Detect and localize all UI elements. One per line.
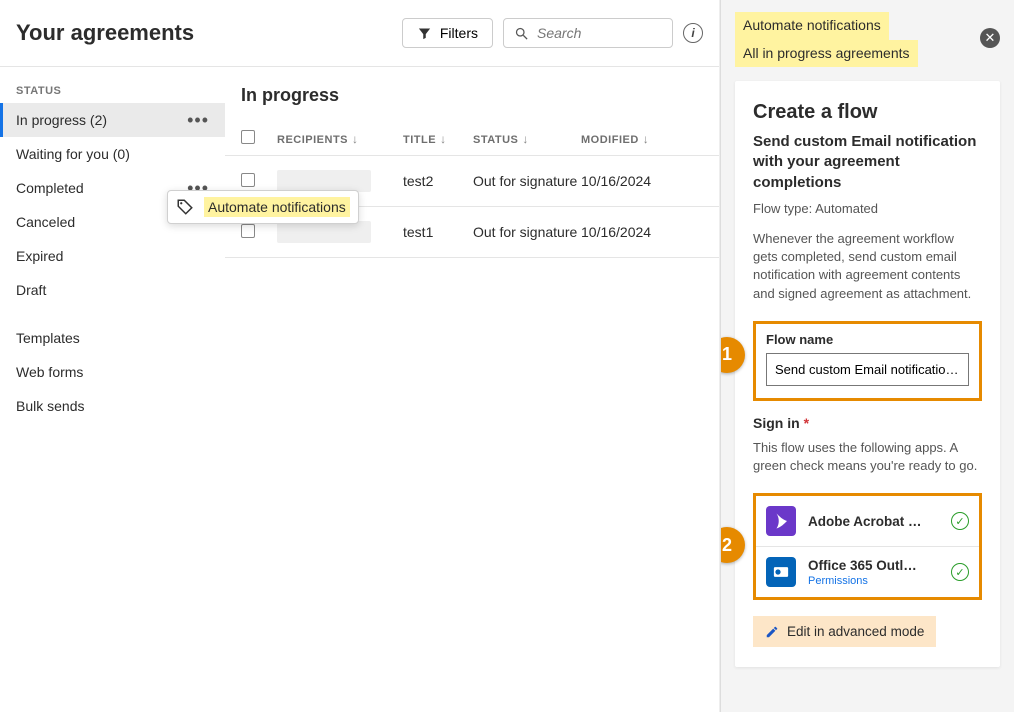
edit-advanced-button[interactable]: Edit in advanced mode xyxy=(753,616,936,647)
row-modified: 10/16/2024 xyxy=(581,173,671,189)
more-icon[interactable]: ••• xyxy=(187,115,209,125)
select-all-checkbox[interactable] xyxy=(241,130,255,144)
sidebar-item-templates[interactable]: Templates xyxy=(0,321,225,355)
panel-banner: Automate notifications All in progress a… xyxy=(735,12,1000,67)
row-modified: 10/16/2024 xyxy=(581,224,671,240)
flow-name-input[interactable] xyxy=(766,353,969,386)
row-title: test2 xyxy=(403,173,473,189)
recipient-redacted xyxy=(277,221,371,243)
col-modified[interactable]: MODIFIED↓ xyxy=(581,132,671,146)
sidebar-item-draft[interactable]: Draft xyxy=(0,273,225,307)
flow-type: Flow type: Automated xyxy=(753,201,982,216)
signin-description: This flow uses the following apps. A gre… xyxy=(753,439,982,475)
sort-arrow-icon: ↓ xyxy=(352,132,359,146)
flow-name-label: Flow name xyxy=(766,332,969,347)
sidebar-item-waiting[interactable]: Waiting for you (0) xyxy=(0,137,225,171)
app-name: Office 365 Outl… xyxy=(808,558,939,573)
filters-button[interactable]: Filters xyxy=(402,18,493,48)
check-ok-icon: ✓ xyxy=(951,512,969,530)
close-icon[interactable]: ✕ xyxy=(980,28,1000,48)
funnel-icon xyxy=(417,26,432,41)
sidebar-item-label: Expired xyxy=(16,248,63,264)
table-row[interactable]: test2 Out for signature 10/16/2024 Autom… xyxy=(225,156,719,207)
sidebar-item-label: Draft xyxy=(16,282,46,298)
panel-subtitle: Send custom Email notification with your… xyxy=(753,132,982,193)
app-row-outlook[interactable]: Office 365 Outl… Permissions ✓ xyxy=(756,547,979,597)
edit-advanced-label: Edit in advanced mode xyxy=(787,624,924,639)
outlook-icon xyxy=(766,557,796,587)
signin-label: Sign in * xyxy=(753,415,982,431)
row-title: test1 xyxy=(403,224,473,240)
sidebar-item-label: Web forms xyxy=(16,364,83,380)
row-status: Out for signature xyxy=(473,224,581,240)
acrobat-icon xyxy=(766,506,796,536)
search-placeholder: Search xyxy=(537,25,581,41)
sidebar-item-bulksends[interactable]: Bulk sends xyxy=(0,389,225,423)
sidebar-item-webforms[interactable]: Web forms xyxy=(0,355,225,389)
row-checkbox[interactable] xyxy=(241,173,255,187)
row-status: Out for signature xyxy=(473,173,581,189)
section-title: In progress xyxy=(225,85,719,122)
flow-name-field-box: Flow name xyxy=(753,321,982,401)
pencil-icon xyxy=(765,625,779,639)
apps-box: Adobe Acrobat … ✓ Office 365 Outl… Permi… xyxy=(753,493,982,600)
context-menu-item[interactable]: Automate notifications xyxy=(204,197,350,217)
sidebar-item-in-progress[interactable]: In progress (2) ••• xyxy=(0,103,225,137)
sidebar-item-expired[interactable]: Expired xyxy=(0,239,225,273)
app-row-acrobat[interactable]: Adobe Acrobat … ✓ xyxy=(756,496,979,547)
annotation-callout-1: 1 xyxy=(720,337,745,373)
row-checkbox[interactable] xyxy=(241,224,255,238)
sidebar-item-label: Completed xyxy=(16,180,84,196)
col-recipients[interactable]: RECIPIENTS↓ xyxy=(277,132,403,146)
sidebar-item-label: Templates xyxy=(16,330,80,346)
sidebar-item-label: Canceled xyxy=(16,214,75,230)
permissions-link[interactable]: Permissions xyxy=(808,575,939,587)
col-status[interactable]: STATUS↓ xyxy=(473,132,581,146)
context-menu[interactable]: Automate notifications xyxy=(167,190,359,224)
app-name: Adobe Acrobat … xyxy=(808,514,939,529)
tag-icon xyxy=(176,198,194,216)
info-icon[interactable]: i xyxy=(683,23,703,43)
annotation-callout-2: 2 xyxy=(720,527,745,563)
sidebar-item-label: In progress (2) xyxy=(16,112,107,128)
sort-arrow-icon: ↓ xyxy=(522,132,529,146)
sidebar: STATUS In progress (2) ••• Waiting for y… xyxy=(0,67,225,712)
search-input[interactable]: Search xyxy=(503,18,673,48)
sort-arrow-icon: ↓ xyxy=(440,132,447,146)
search-icon xyxy=(514,26,529,41)
table-header: RECIPIENTS↓ TITLE↓ STATUS↓ MODIFIED↓ xyxy=(225,122,719,156)
flow-panel: Automate notifications All in progress a… xyxy=(720,0,1014,712)
panel-description: Whenever the agreement workflow gets com… xyxy=(753,230,982,303)
page-title: Your agreements xyxy=(16,20,392,46)
recipient-redacted xyxy=(277,170,371,192)
panel-title: Create a flow xyxy=(753,101,982,124)
sidebar-item-label: Bulk sends xyxy=(16,398,84,414)
sidebar-item-label: Waiting for you (0) xyxy=(16,146,130,162)
check-ok-icon: ✓ xyxy=(951,563,969,581)
col-title[interactable]: TITLE↓ xyxy=(403,132,473,146)
sidebar-section-label: STATUS xyxy=(0,85,225,103)
main-content: In progress RECIPIENTS↓ TITLE↓ STATUS↓ M… xyxy=(225,67,719,712)
filters-label: Filters xyxy=(440,25,478,41)
sort-arrow-icon: ↓ xyxy=(643,132,650,146)
